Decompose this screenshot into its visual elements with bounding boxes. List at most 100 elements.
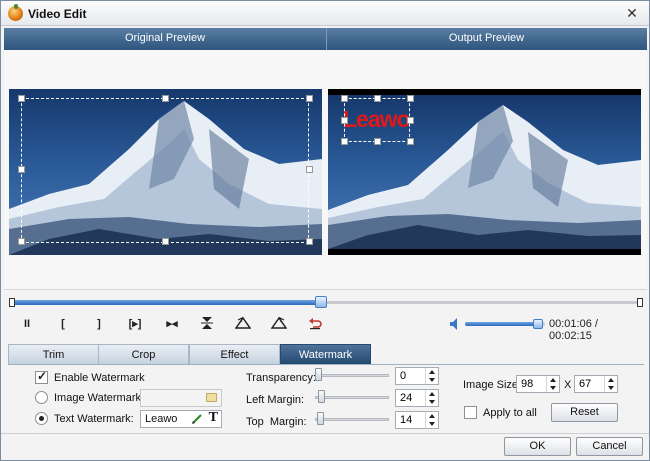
watermark-selection-box[interactable]	[344, 98, 410, 142]
timeline-thumb[interactable]	[315, 296, 327, 308]
resize-handle[interactable]	[306, 238, 313, 245]
image-watermark-field[interactable]	[140, 389, 222, 407]
flip-vertical-icon[interactable]	[197, 316, 217, 332]
spin-down-icon[interactable]	[608, 386, 614, 390]
top-margin-label: Top Margin:	[246, 416, 307, 428]
spin-up-icon[interactable]	[608, 378, 614, 382]
top-margin-value: 14	[400, 414, 413, 426]
timeline-progress	[13, 300, 321, 305]
resize-handle[interactable]	[162, 238, 169, 245]
spin-up-icon[interactable]	[429, 414, 435, 418]
top-margin-thumb[interactable]	[317, 412, 324, 425]
reset-button[interactable]: Reset	[551, 403, 618, 422]
tab-trim[interactable]: Trim	[8, 344, 99, 364]
preview-header: Original Preview Output Preview	[4, 28, 647, 50]
resize-handle[interactable]	[162, 95, 169, 102]
spin-down-icon[interactable]	[429, 400, 435, 404]
next-frame-button[interactable]: ▸◂	[161, 316, 183, 332]
resize-handle[interactable]	[18, 238, 25, 245]
size-separator: X	[564, 379, 572, 391]
resize-handle[interactable]	[18, 95, 25, 102]
playback-controls: II [ ] [▸] ▸◂ 00:01:06 / 00:02:15	[9, 313, 643, 342]
output-preview-label: Output Preview	[448, 32, 525, 44]
image-height-spinner[interactable]: 67	[574, 375, 618, 393]
video-edit-window: Video Edit ✕ Original Preview Output Pre…	[0, 0, 650, 461]
resize-handle[interactable]	[407, 95, 414, 102]
text-watermark-label: Text Watermark:	[54, 412, 134, 425]
volume-icon[interactable]	[449, 317, 461, 331]
top-margin-spinner[interactable]: 14	[395, 411, 439, 429]
crop-selection-box[interactable]	[21, 98, 309, 243]
spin-down-icon[interactable]	[550, 386, 556, 390]
spin-up-icon[interactable]	[429, 392, 435, 396]
left-margin-spinner[interactable]: 24	[395, 389, 439, 407]
original-preview-label: Original Preview	[124, 32, 206, 44]
app-icon	[8, 4, 23, 21]
rotate-right-icon[interactable]	[269, 316, 289, 332]
spin-down-icon[interactable]	[429, 422, 435, 426]
mark-out-button[interactable]: ]	[89, 316, 109, 332]
enable-watermark-label: Enable Watermark	[54, 371, 145, 384]
timeline-start-marker[interactable]	[9, 298, 15, 307]
image-watermark-radio[interactable]	[35, 391, 48, 404]
original-video-frame[interactable]	[9, 89, 322, 255]
resize-handle[interactable]	[374, 95, 381, 102]
apply-to-all-row[interactable]: Apply to all	[464, 406, 537, 419]
close-button[interactable]: ✕	[623, 4, 641, 22]
pause-button[interactable]: II	[17, 316, 37, 332]
text-watermark-row[interactable]: Text Watermark:	[35, 412, 134, 425]
volume-level	[465, 322, 541, 326]
text-watermark-radio[interactable]	[35, 412, 48, 425]
image-size-label: Image Size:	[463, 379, 522, 391]
resize-handle[interactable]	[306, 95, 313, 102]
resize-handle[interactable]	[341, 117, 348, 124]
spin-down-icon[interactable]	[429, 378, 435, 382]
ok-button[interactable]: OK	[504, 437, 571, 456]
left-margin-slider[interactable]	[315, 390, 389, 404]
total-time: 00:02:15	[549, 330, 592, 342]
enable-watermark-row[interactable]: Enable Watermark	[35, 369, 145, 384]
output-video-frame[interactable]: Leawo	[328, 89, 641, 255]
left-margin-value: 24	[400, 392, 413, 404]
spin-up-icon[interactable]	[550, 378, 556, 382]
resize-handle[interactable]	[341, 138, 348, 145]
tab-crop[interactable]: Crop	[98, 344, 189, 364]
enable-watermark-checkbox[interactable]	[35, 369, 48, 384]
cancel-button[interactable]: Cancel	[576, 437, 643, 456]
undo-icon[interactable]	[305, 316, 325, 332]
transparency-spinner[interactable]: 0	[395, 367, 439, 385]
spin-up-icon[interactable]	[429, 370, 435, 374]
mark-in-button[interactable]: [	[53, 316, 73, 332]
apply-to-all-label: Apply to all	[483, 406, 537, 419]
apply-to-all-checkbox[interactable]	[464, 406, 477, 419]
resize-handle[interactable]	[407, 117, 414, 124]
timeline-slider[interactable]	[9, 296, 643, 308]
timeline-end-marker[interactable]	[637, 298, 643, 307]
volume-slider[interactable]	[465, 319, 545, 329]
pen-color-icon[interactable]	[191, 413, 203, 425]
text-watermark-field[interactable]: Leawo T	[140, 410, 222, 428]
left-margin-thumb[interactable]	[318, 390, 325, 403]
play-segment-button[interactable]: [▸]	[123, 316, 147, 332]
transparency-value: 0	[400, 370, 407, 382]
font-icon[interactable]: T	[209, 411, 218, 425]
image-watermark-row[interactable]: Image Watermark:	[35, 391, 144, 404]
tab-watermark[interactable]: Watermark	[280, 344, 371, 364]
current-time: 00:01:06	[549, 318, 592, 330]
resize-handle[interactable]	[407, 138, 414, 145]
text-watermark-value: Leawo	[145, 413, 178, 425]
volume-thumb[interactable]	[533, 319, 543, 329]
rotate-left-icon[interactable]	[233, 316, 253, 332]
top-margin-slider[interactable]	[315, 412, 389, 426]
folder-icon[interactable]	[206, 393, 217, 402]
title-bar: Video Edit ✕	[1, 1, 649, 26]
resize-handle[interactable]	[18, 166, 25, 173]
image-width-spinner[interactable]: 98	[516, 375, 560, 393]
transparency-thumb[interactable]	[315, 368, 322, 381]
resize-handle[interactable]	[306, 166, 313, 173]
resize-handle[interactable]	[341, 95, 348, 102]
image-watermark-label: Image Watermark:	[54, 391, 145, 404]
resize-handle[interactable]	[374, 138, 381, 145]
transparency-slider[interactable]	[315, 368, 389, 382]
tab-effect[interactable]: Effect	[189, 344, 280, 364]
